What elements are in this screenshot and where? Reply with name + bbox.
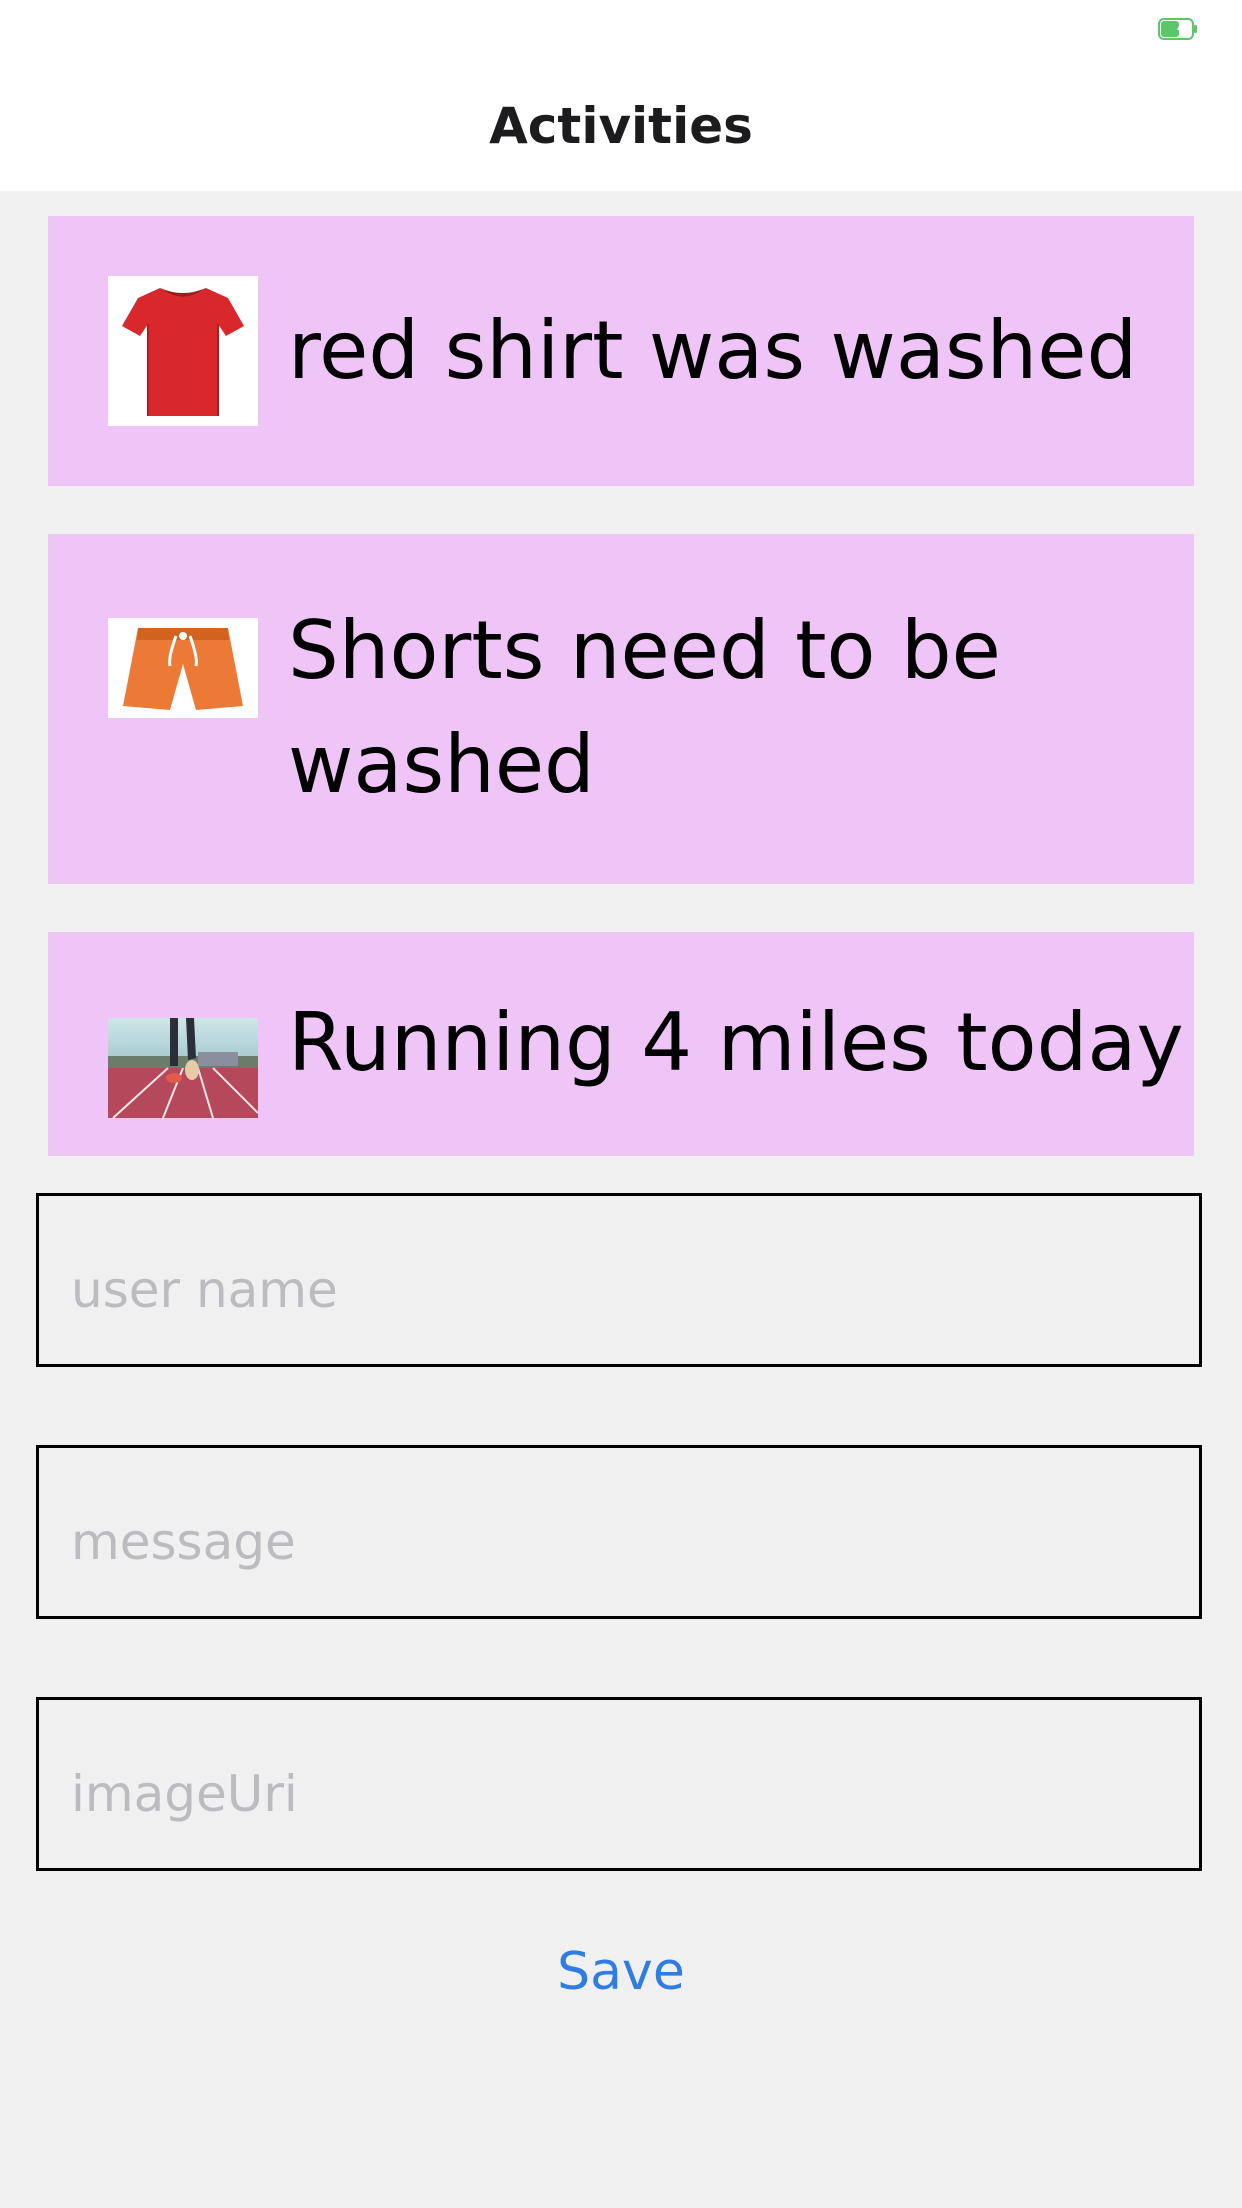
page-title: Activities	[489, 97, 753, 155]
nav-header: Activities	[0, 0, 1242, 191]
activity-message: Shorts need to be washed	[288, 604, 1001, 811]
activity-card[interactable]: red shirt was washed	[48, 216, 1194, 486]
red-tshirt-image	[108, 276, 258, 426]
activity-card[interactable]: Shorts need to be washed	[48, 534, 1194, 884]
activity-message: Running 4 miles today	[288, 996, 1184, 1089]
imageuri-input[interactable]	[36, 1697, 1202, 1871]
battery-charging-icon	[1158, 18, 1197, 40]
save-button[interactable]: Save	[0, 1940, 1242, 2004]
orange-shorts-image	[108, 618, 258, 718]
activity-message: red shirt was washed	[288, 304, 1138, 397]
activity-card[interactable]: Running 4 miles today	[48, 932, 1194, 1156]
running-track-image	[108, 1018, 258, 1118]
username-input[interactable]	[36, 1193, 1202, 1367]
message-input[interactable]	[36, 1445, 1202, 1619]
